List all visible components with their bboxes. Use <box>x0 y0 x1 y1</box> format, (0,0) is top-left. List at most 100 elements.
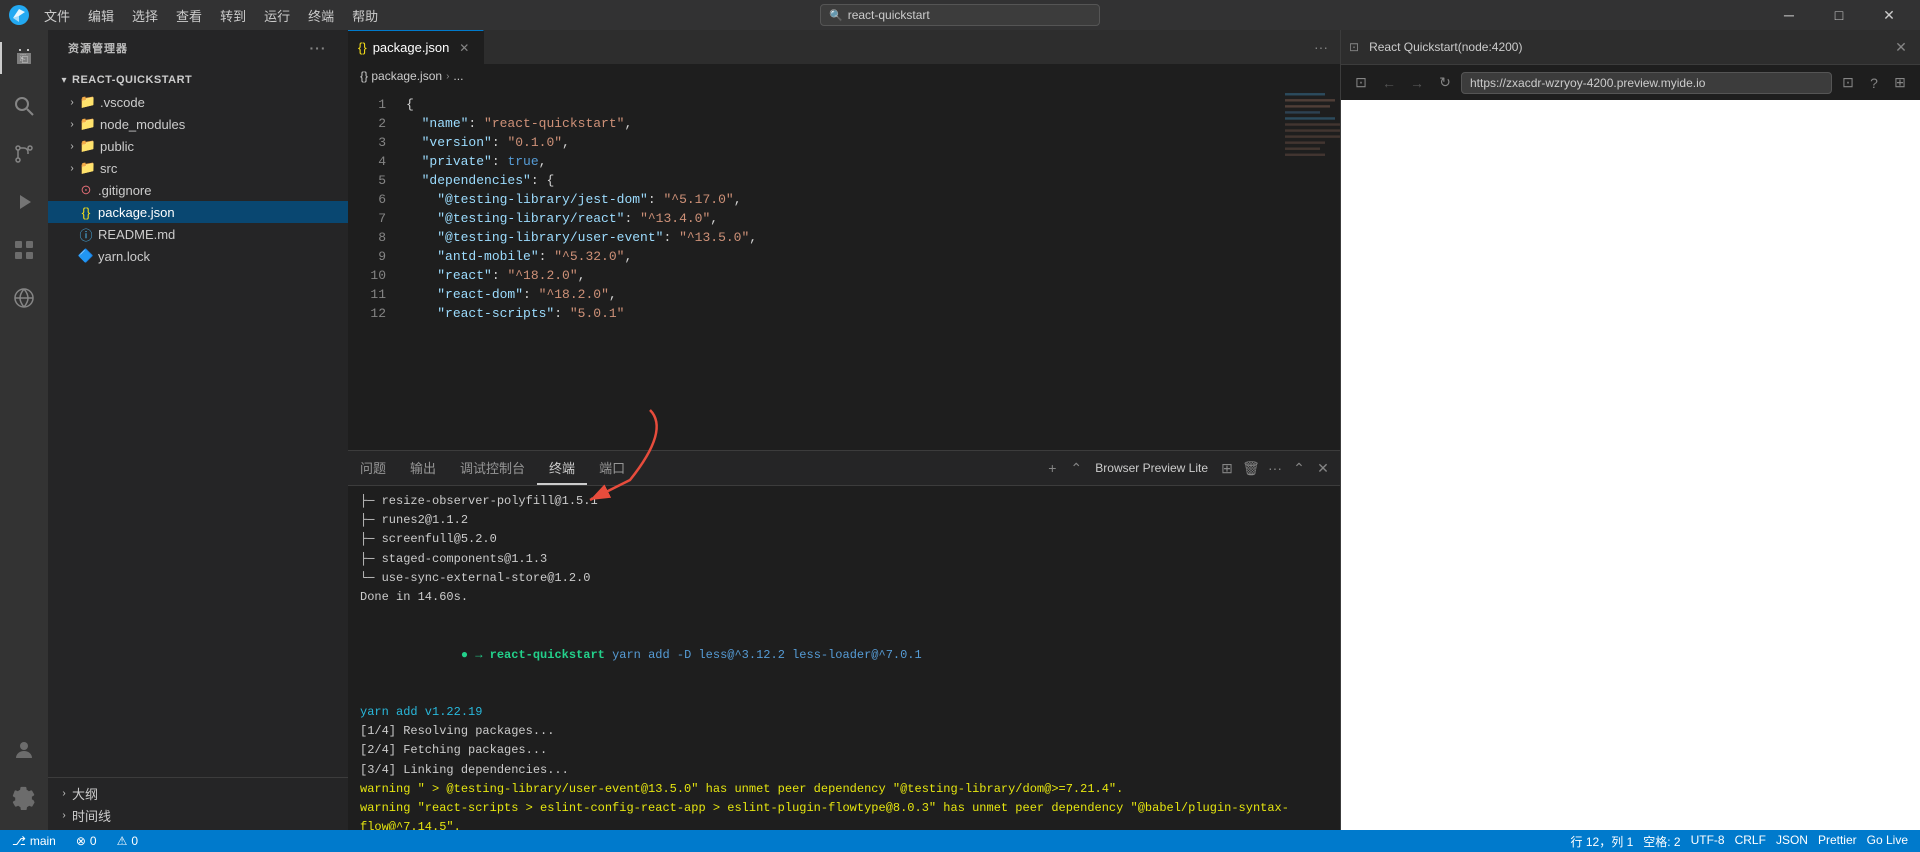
tree-item-public[interactable]: › 📁 public <box>48 135 348 157</box>
tab-more-button[interactable]: ··· <box>1310 36 1332 58</box>
activity-run[interactable] <box>0 178 48 226</box>
browser-forward-button[interactable]: → <box>1405 71 1429 95</box>
menu-file[interactable]: 文件 <box>36 4 78 27</box>
panel-header-actions: + ⌃ Browser Preview Lite ⊞ 🗑 ··· ⌃ ✕ <box>1035 451 1340 485</box>
warning-icon: ⚠ <box>117 834 128 848</box>
src-arrow-icon: › <box>64 160 80 176</box>
browser-toolbar-right: ⊡ ? ⊞ <box>1836 71 1912 95</box>
tab-actions: ··· <box>1302 30 1340 64</box>
breadcrumb-path: ... <box>453 69 463 83</box>
panel-maximize-button[interactable]: ⌃ <box>1288 457 1310 479</box>
panel-tab-terminal[interactable]: 终端 <box>537 451 587 485</box>
panel-more-button[interactable]: ··· <box>1264 457 1286 479</box>
tree-item-node-modules[interactable]: › 📁 node_modules <box>48 113 348 135</box>
status-encoding[interactable]: UTF-8 <box>1687 833 1729 847</box>
svg-text:⎗: ⎗ <box>20 54 28 65</box>
outline-section[interactable]: › 大纲 <box>48 782 348 804</box>
breadcrumb-sep: › <box>446 71 449 82</box>
activity-search[interactable] <box>0 82 48 130</box>
formatter-text: Prettier <box>1818 833 1857 847</box>
panel-add-button[interactable]: + <box>1041 457 1063 479</box>
panel-trash-button[interactable]: 🗑 <box>1240 457 1262 479</box>
terminal-warning-line: warning "react-scripts > eslint-config-r… <box>360 799 1328 830</box>
activity-bar: ⎗ <box>0 30 48 830</box>
tree-root[interactable]: ▾ REACT-QUICKSTART <box>48 69 348 91</box>
tab-close-button[interactable]: ✕ <box>455 39 473 57</box>
panel-tab-problems[interactable]: 问题 <box>348 451 398 485</box>
titlebar: 文件 编辑 选择 查看 转到 运行 终端 帮助 🔍 react-quicksta… <box>0 0 1920 30</box>
status-warnings[interactable]: ⚠ 0 <box>113 830 142 852</box>
activity-explorer[interactable]: ⎗ <box>0 34 48 82</box>
close-button[interactable]: ✕ <box>1866 0 1912 30</box>
titlebar-search[interactable]: 🔍 react-quickstart <box>820 4 1100 26</box>
browser-url-bar[interactable]: https://zxacdr-wzryoy-4200.preview.myide… <box>1461 72 1832 94</box>
panel-layout-button[interactable]: ⊞ <box>1216 457 1238 479</box>
outline-label: 大纲 <box>72 784 98 803</box>
menu-edit[interactable]: 编辑 <box>80 4 122 27</box>
browser-external-open-button[interactable]: ⊡ <box>1349 71 1373 95</box>
terminal-prompt-line: ● → react-quickstart yarn add -D less@^3… <box>360 626 1328 684</box>
activity-extensions[interactable] <box>0 226 48 274</box>
terminal-line: [2/4] Fetching packages... <box>360 741 1328 760</box>
status-right: 行 12，列 1 空格: 2 UTF-8 CRLF JSON Prettier … <box>1567 833 1912 850</box>
tree-item-yarn-lock[interactable]: 🔷 yarn.lock <box>48 245 348 267</box>
timeline-section[interactable]: › 时间线 <box>48 804 348 826</box>
panel-tab-ports[interactable]: 端口 <box>587 451 637 485</box>
status-eol[interactable]: CRLF <box>1731 833 1770 847</box>
status-formatter[interactable]: Prettier <box>1814 833 1861 847</box>
code-content[interactable]: { "name": "react-quickstart", "version":… <box>398 87 1280 450</box>
menu-terminal[interactable]: 终端 <box>300 4 342 27</box>
panel-content[interactable]: ├─ resize-observer-polyfill@1.5.1 ├─ run… <box>348 486 1340 830</box>
panel-split-button[interactable]: ⌃ <box>1065 457 1087 479</box>
tab-bar: {} package.json ✕ ··· <box>348 30 1340 65</box>
menu-select[interactable]: 选择 <box>124 4 166 27</box>
readme-label: README.md <box>98 227 175 242</box>
sidebar-title: 资源管理器 <box>68 40 128 56</box>
tab-file-icon: {} <box>358 40 367 55</box>
status-language[interactable]: JSON <box>1772 833 1812 847</box>
browser-layout-button[interactable]: ⊞ <box>1888 71 1912 95</box>
panel-close-button[interactable]: ✕ <box>1312 457 1334 479</box>
indent-text: 空格: 2 <box>1643 833 1680 850</box>
menu-view[interactable]: 查看 <box>168 4 210 27</box>
tree-item-src[interactable]: › 📁 src <box>48 157 348 179</box>
panel-tab-debug[interactable]: 调试控制台 <box>448 451 537 485</box>
status-cursor[interactable]: 行 12，列 1 <box>1567 833 1638 850</box>
browser-help-button[interactable]: ? <box>1862 71 1886 95</box>
tree-item-package-json[interactable]: {} package.json <box>48 201 348 223</box>
maximize-button[interactable]: □ <box>1816 0 1862 30</box>
encoding-text: UTF-8 <box>1691 833 1725 847</box>
code-line-12: "react-scripts": "5.0.1" <box>406 304 1280 323</box>
activity-source-control[interactable] <box>0 130 48 178</box>
minimize-button[interactable]: ─ <box>1766 0 1812 30</box>
status-branch[interactable]: ⎇ main <box>8 830 60 852</box>
panel-browser-preview-label[interactable]: Browser Preview Lite <box>1089 461 1214 475</box>
tab-package-json[interactable]: {} package.json ✕ <box>348 30 484 64</box>
menu-goto[interactable]: 转到 <box>212 4 254 27</box>
browser-back-button[interactable]: ← <box>1377 71 1401 95</box>
tree-item-gitignore[interactable]: ⊙ .gitignore <box>48 179 348 201</box>
tree-item-vscode[interactable]: › 📁 .vscode <box>48 91 348 113</box>
sidebar-more-button[interactable]: ··· <box>308 38 328 58</box>
code-line-5: "dependencies": { <box>406 171 1280 190</box>
browser-preview-close-button[interactable]: ✕ <box>1890 36 1912 58</box>
status-errors[interactable]: ⊗ 0 <box>72 830 101 852</box>
status-golive[interactable]: Go Live <box>1863 833 1912 847</box>
vscode-arrow-icon: › <box>64 94 80 110</box>
menu-run[interactable]: 运行 <box>256 4 298 27</box>
activity-remote[interactable] <box>0 274 48 322</box>
timeline-label: 时间线 <box>72 806 111 825</box>
sidebar-header: 资源管理器 ··· <box>48 30 348 65</box>
browser-refresh-button[interactable]: ↻ <box>1433 71 1457 95</box>
activity-settings[interactable] <box>0 774 48 822</box>
activity-account[interactable] <box>0 726 48 774</box>
panel-tab-output[interactable]: 输出 <box>398 451 448 485</box>
tree-item-readme[interactable]: ⓘ README.md <box>48 223 348 245</box>
code-line-3: "version": "0.1.0", <box>406 133 1280 152</box>
public-label: public <box>100 139 134 154</box>
root-arrow-icon: ▾ <box>56 72 72 88</box>
panel-header: 问题 输出 调试控制台 终端 端口 + ⌃ Browser Preview Li… <box>348 451 1340 486</box>
menu-help[interactable]: 帮助 <box>344 4 386 27</box>
status-indent[interactable]: 空格: 2 <box>1639 833 1684 850</box>
browser-expand-button[interactable]: ⊡ <box>1836 71 1860 95</box>
